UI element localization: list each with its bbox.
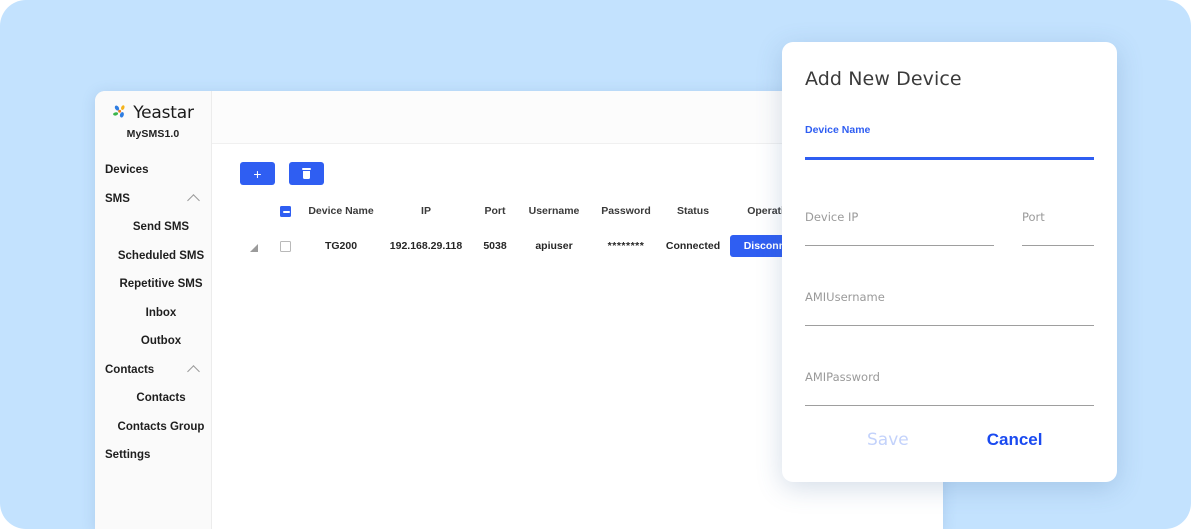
sidebar-group-sms[interactable]: SMS	[95, 185, 211, 214]
devices-table: Device Name IP Port Username Password St…	[240, 205, 820, 263]
column-header-port[interactable]: Port	[472, 205, 518, 229]
select-all-header	[268, 205, 302, 229]
table-header: Device Name IP Port Username Password St…	[240, 205, 820, 229]
sidebar-nav: Devices SMS Send SMS Scheduled SMS Repet…	[95, 156, 211, 470]
cell-password: ********	[607, 240, 645, 252]
dialog-actions: Save Cancel	[805, 430, 1094, 450]
sidebar-item-scheduled-sms[interactable]: Scheduled SMS	[95, 242, 211, 271]
cancel-button[interactable]: Cancel	[987, 430, 1043, 450]
table-body: TG200 192.168.29.118 5038 apiuser ******…	[240, 229, 820, 263]
ami-username-field[interactable]: AMIUsername	[805, 290, 1094, 326]
sort-handle-header	[240, 205, 268, 229]
select-all-checkbox[interactable]	[279, 205, 291, 217]
trash-icon	[302, 168, 311, 179]
cell-port: 5038	[483, 240, 507, 252]
device-ip-underline	[805, 245, 994, 246]
column-header-ip[interactable]: IP	[380, 205, 472, 229]
sidebar-item-outbox[interactable]: Outbox	[95, 327, 211, 356]
plus-icon: +	[253, 165, 262, 182]
delete-device-button[interactable]	[289, 162, 324, 185]
chevron-up-icon	[187, 364, 200, 378]
cell-device-name: TG200	[324, 240, 358, 252]
sidebar-item-label: Contacts	[136, 392, 186, 405]
sidebar-item-contacts-group[interactable]: Contacts Group	[95, 413, 211, 442]
sidebar-item-label: Scheduled SMS	[117, 249, 205, 262]
table-row[interactable]: TG200 192.168.29.118 5038 apiuser ******…	[240, 229, 820, 263]
port-underline	[1022, 245, 1094, 246]
column-header-username[interactable]: Username	[518, 205, 590, 229]
triangle-handle-icon	[250, 244, 258, 252]
column-header-device-name[interactable]: Device Name	[302, 205, 380, 229]
brand-name: Yeastar	[133, 103, 194, 123]
table-header-row: Device Name IP Port Username Password St…	[240, 205, 820, 229]
add-device-button[interactable]: +	[240, 162, 275, 185]
port-label: Port	[1022, 210, 1045, 224]
chevron-up-icon	[187, 193, 200, 207]
ami-username-label: AMIUsername	[805, 290, 885, 304]
sidebar-item-label: Send SMS	[132, 221, 190, 234]
ami-password-field[interactable]: AMIPassword	[805, 370, 1094, 406]
sidebar-group-contacts[interactable]: Contacts	[95, 356, 211, 385]
sidebar-item-label: Settings	[105, 449, 151, 462]
device-name-field[interactable]: Device Name	[805, 124, 1094, 160]
sidebar-item-inbox[interactable]: Inbox	[95, 299, 211, 328]
sidebar-item-repetitive-sms[interactable]: Repetitive SMS	[95, 270, 211, 299]
app-background: Yeastar MySMS1.0 Devices SMS Send SMS Sc…	[0, 0, 1191, 529]
brand-header: Yeastar	[95, 101, 211, 124]
device-ip-label: Device IP	[805, 210, 859, 224]
status-badge: Connected	[665, 240, 721, 252]
dialog-title: Add New Device	[805, 68, 962, 90]
port-field[interactable]: Port	[1022, 210, 1094, 246]
add-new-device-dialog: Add New Device Device Name Device IP Por…	[782, 42, 1117, 482]
ami-password-underline	[805, 405, 1094, 406]
device-ip-field[interactable]: Device IP	[805, 210, 994, 246]
sidebar: Yeastar MySMS1.0 Devices SMS Send SMS Sc…	[95, 91, 212, 529]
ami-username-underline	[805, 325, 1094, 326]
sidebar-item-label: Repetitive SMS	[119, 278, 203, 291]
column-header-status[interactable]: Status	[662, 205, 724, 229]
column-header-password[interactable]: Password	[590, 205, 662, 229]
device-name-underline	[805, 157, 1094, 160]
sidebar-item-label: Devices	[105, 164, 149, 177]
sidebar-item-contacts[interactable]: Contacts	[95, 384, 211, 413]
sidebar-item-label: Outbox	[140, 335, 182, 348]
sidebar-item-label: Inbox	[145, 306, 177, 319]
yeastar-flower-logo-icon	[112, 104, 130, 122]
device-name-label: Device Name	[805, 124, 871, 136]
cell-username: apiuser	[535, 240, 573, 252]
save-button[interactable]: Save	[867, 430, 909, 450]
sidebar-item-devices[interactable]: Devices	[95, 156, 211, 185]
sidebar-item-send-sms[interactable]: Send SMS	[95, 213, 211, 242]
sidebar-item-label: Contacts Group	[117, 420, 205, 433]
sidebar-item-label: Contacts	[105, 363, 155, 376]
sidebar-item-label: SMS	[105, 192, 130, 205]
row-sort-handle[interactable]	[240, 229, 268, 263]
row-select-cell	[268, 229, 302, 263]
brand-subtitle: MySMS1.0	[126, 128, 180, 140]
row-checkbox[interactable]	[279, 240, 291, 252]
sidebar-item-settings[interactable]: Settings	[95, 441, 211, 470]
ami-password-label: AMIPassword	[805, 370, 880, 384]
cell-ip: 192.168.29.118	[389, 240, 463, 252]
